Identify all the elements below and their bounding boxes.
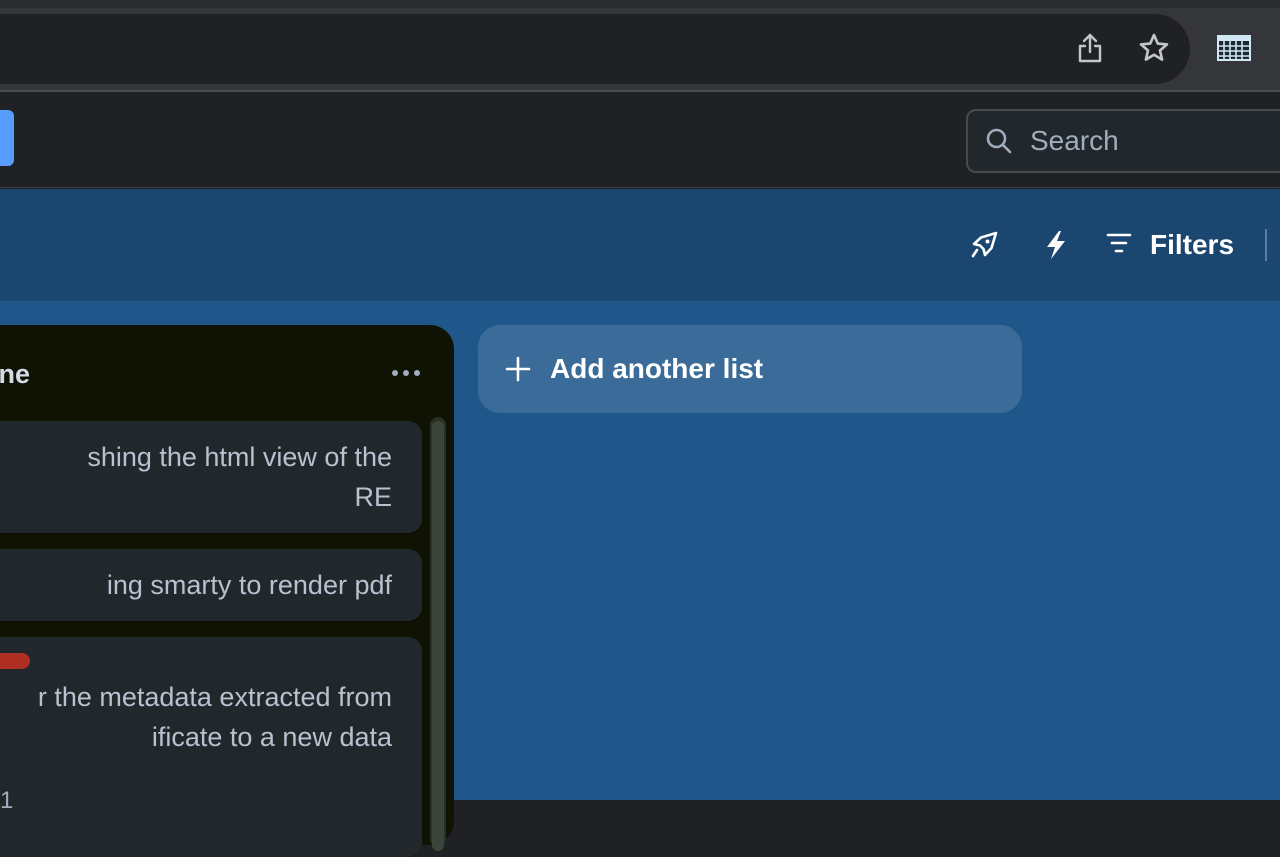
search-box[interactable]: [966, 109, 1280, 173]
browser-toolbar: [0, 0, 1280, 92]
card-label[interactable]: [0, 653, 30, 669]
card[interactable]: ing smarty to render pdf: [0, 549, 422, 621]
card-title: ing smarty to render pdf: [106, 570, 392, 600]
list: ne shing the html view of the RE ing sma…: [0, 325, 454, 857]
list-scrollbar[interactable]: [432, 421, 444, 851]
spreadsheet-extension-icon[interactable]: [1214, 28, 1254, 68]
card-badge: 1: [0, 787, 14, 814]
card[interactable]: shing the html view of the RE: [0, 421, 422, 533]
search-icon: [984, 126, 1014, 156]
add-another-list-label: Add another list: [550, 353, 764, 384]
filters-label: Filters: [1150, 229, 1235, 260]
app-header: [0, 94, 1280, 188]
card-title: r the metadata extracted from ificate to…: [37, 682, 392, 752]
browser-tab-strip: [0, 0, 1280, 8]
filter-icon: [1106, 232, 1132, 259]
board-header: Filters: [0, 189, 1280, 301]
more-options-icon[interactable]: [386, 355, 426, 391]
filters-button[interactable]: Filters: [1106, 221, 1234, 269]
list-title[interactable]: ne: [0, 359, 30, 390]
star-icon[interactable]: [1134, 28, 1174, 68]
search-input[interactable]: [1028, 124, 1280, 158]
rocket-icon[interactable]: [964, 225, 1004, 265]
card-title: shing the html view of the RE: [87, 442, 392, 512]
create-button[interactable]: [0, 110, 14, 166]
card[interactable]: r the metadata extracted from ificate to…: [0, 637, 422, 857]
board-canvas: Filters ne shing the html view of the RE…: [0, 189, 1280, 857]
lightning-icon[interactable]: [1036, 225, 1076, 265]
plus-icon: [502, 353, 534, 385]
header-divider: [1265, 229, 1267, 261]
share-icon[interactable]: [1070, 28, 1110, 68]
address-bar[interactable]: [0, 14, 1190, 84]
add-another-list-button[interactable]: Add another list: [478, 325, 1022, 413]
